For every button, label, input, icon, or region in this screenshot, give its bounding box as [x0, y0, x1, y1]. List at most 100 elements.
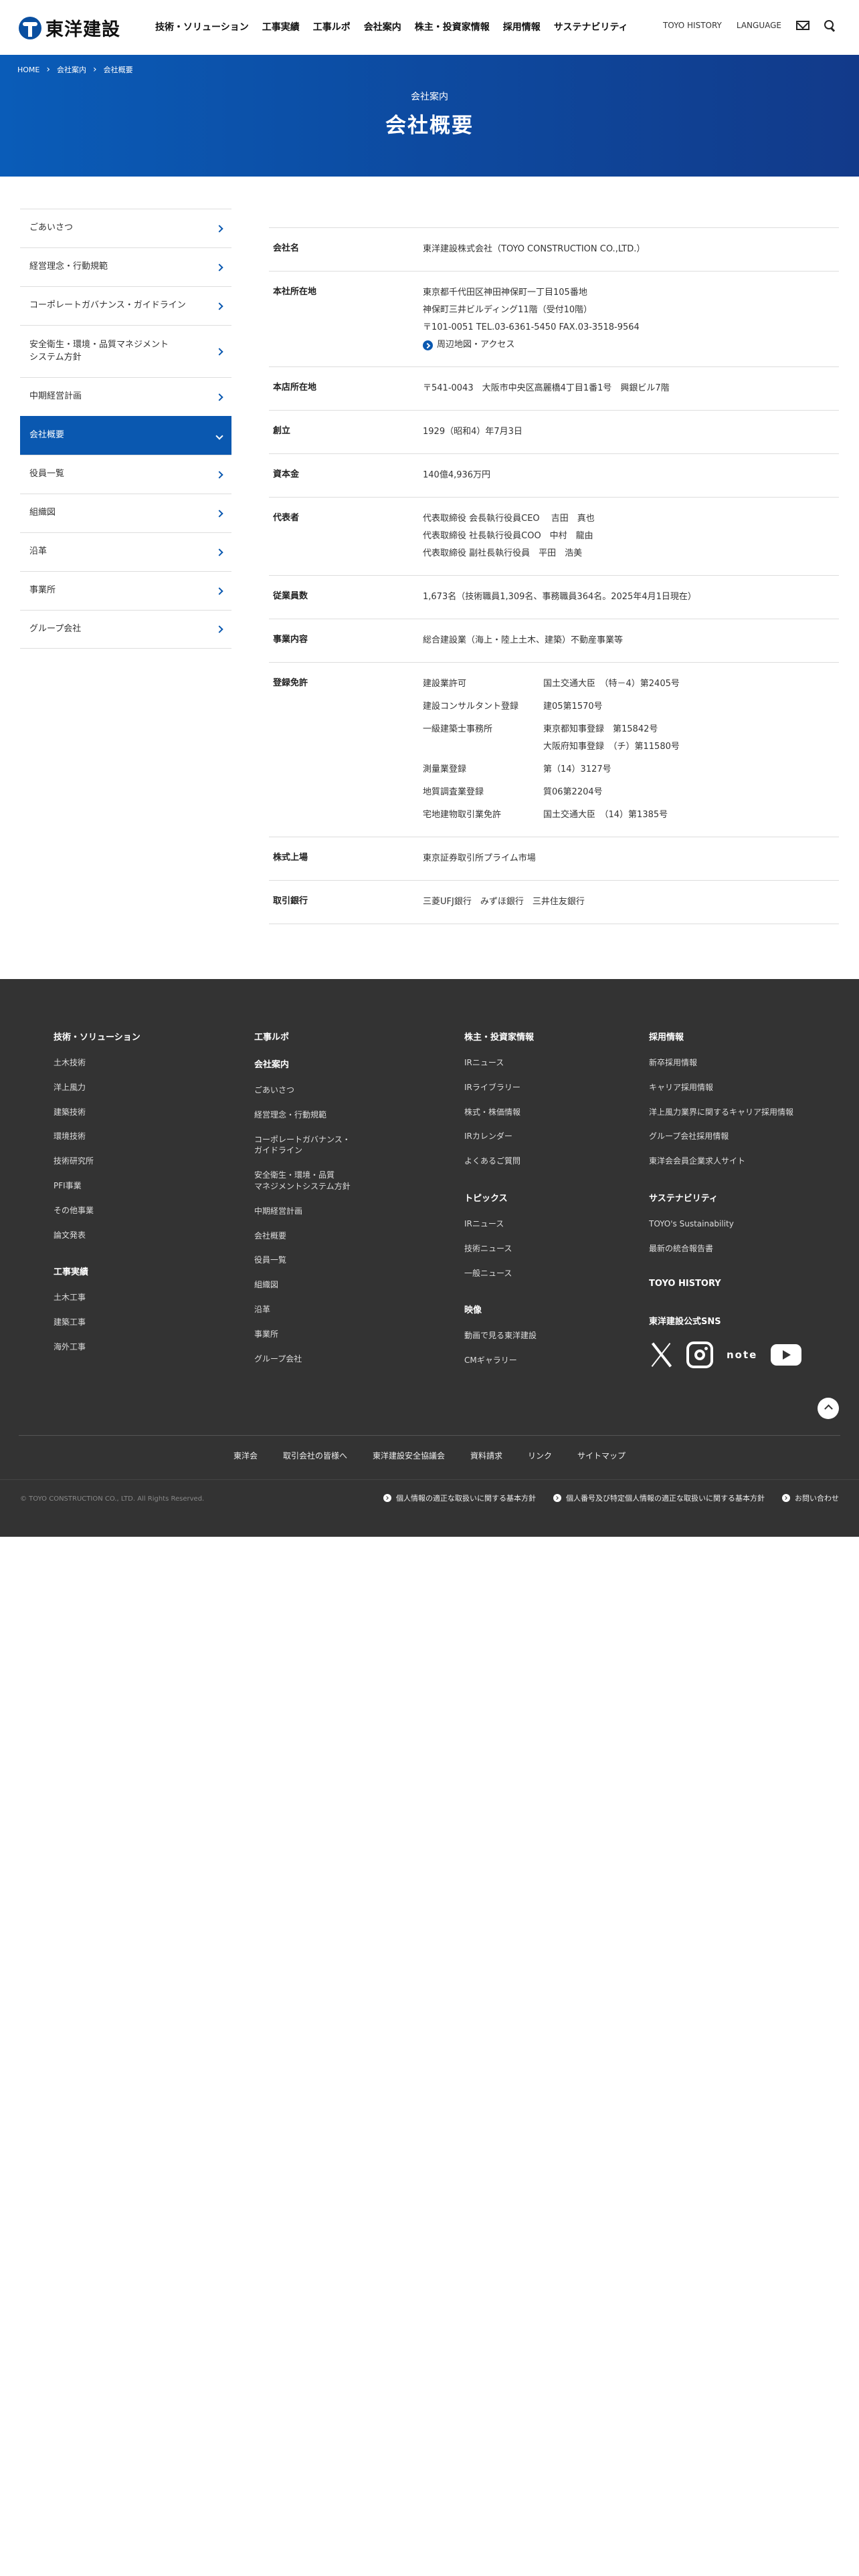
registration-name: 建設コンサルタント登録 — [423, 702, 519, 712]
breadcrumb-company[interactable]: 会社案内 — [57, 64, 86, 75]
footer-heading[interactable]: TOYO HISTORY — [649, 1279, 801, 1289]
footer-heading[interactable]: 採用情報 — [649, 1030, 801, 1043]
footer-link[interactable]: キャリア採用情報 — [649, 1082, 801, 1093]
youtube-icon[interactable] — [771, 1344, 802, 1366]
footer-heading[interactable]: 映像 — [464, 1303, 537, 1315]
sidebar-item-history[interactable]: 沿革 — [20, 532, 231, 571]
footer-heading[interactable]: トピックス — [464, 1191, 537, 1204]
sidebar-item-governance[interactable]: コーポレートガバナンス・ガイドライン — [20, 286, 231, 325]
footer-link[interactable]: グループ会社採用情報 — [649, 1131, 801, 1142]
footer-link[interactable]: よくあるご質問 — [464, 1156, 537, 1167]
footer-link[interactable]: 洋上風力業界に関するキャリア採用情報 — [649, 1107, 801, 1118]
toyo-history-link[interactable]: TOYO HISTORY — [663, 21, 722, 30]
nav-item-recruit[interactable]: 採用情報 — [503, 20, 541, 33]
nav-item-ir[interactable]: 株主・投資家情報 — [415, 20, 490, 33]
footer-link[interactable]: 新卒採用情報 — [649, 1057, 801, 1069]
footer-link[interactable]: コーポレートガバナンス・ ガイドライン — [254, 1134, 351, 1157]
note-icon[interactable]: note — [727, 1349, 757, 1361]
sidebar-item-offices[interactable]: 事業所 — [20, 571, 231, 610]
sidebar-item-group[interactable]: グループ会社 — [20, 610, 231, 649]
footer-link[interactable]: 中期経営計画 — [254, 1206, 351, 1217]
footer-link[interactable]: ごあいさつ — [254, 1085, 351, 1096]
sidebar-item-safety-policy[interactable]: 安全衛生・環境・品質マネジメント システム方針 — [20, 325, 231, 377]
footer-link[interactable]: CMギャラリー — [464, 1355, 537, 1366]
footer-link[interactable]: グループ会社 — [254, 1354, 351, 1365]
footer-sub-link[interactable]: 東洋建設安全協議会 — [373, 1450, 445, 1461]
company-logo[interactable]: 東洋建設 — [19, 15, 120, 41]
footer-link[interactable]: 株式・株価情報 — [464, 1107, 537, 1118]
footer-sub-link[interactable]: サイトマップ — [577, 1450, 626, 1461]
footer-link[interactable]: 建築技術 — [54, 1107, 140, 1118]
footer-link[interactable]: 東洋会会員企業求人サイト — [649, 1156, 801, 1167]
footer-link[interactable]: IRライブラリー — [464, 1082, 537, 1093]
footer-link[interactable]: 技術ニュース — [464, 1243, 537, 1255]
representative: 代表取締役 副社長執行役員 平田 浩美 — [423, 548, 583, 558]
policy-links: 個人情報の適正な取扱いに関する基本方針 個人番号及び特定個人情報の適正な取扱いに… — [383, 1493, 839, 1503]
sidebar-item-midterm-plan[interactable]: 中期経営計画 — [20, 377, 231, 416]
nav-item-technology[interactable]: 技術・ソリューション — [155, 20, 249, 33]
row-value: 1929（昭和4）年7月3日 — [423, 427, 522, 437]
x-icon[interactable] — [649, 1341, 673, 1368]
chevron-right-icon — [215, 263, 223, 272]
sidebar-item-overview[interactable]: 会社概要 — [20, 416, 231, 455]
chevron-right-icon: › — [46, 64, 50, 75]
footer-link[interactable]: 環境技術 — [54, 1131, 140, 1142]
footer-link[interactable]: 役員一覧 — [254, 1255, 351, 1266]
chevron-right-icon — [215, 224, 223, 233]
language-link[interactable]: LANGUAGE — [737, 21, 781, 30]
footer-link[interactable]: 動画で見る東洋建設 — [464, 1330, 537, 1341]
footer-heading[interactable]: 技術・ソリューション — [54, 1030, 140, 1043]
mail-icon[interactable] — [796, 21, 809, 30]
page-hero: HOME › 会社案内 › 会社概要 会社案内 会社概要 — [0, 55, 859, 177]
footer-link[interactable]: IRニュース — [464, 1218, 537, 1230]
footer-link[interactable]: 沿革 — [254, 1304, 351, 1315]
footer-link[interactable]: その他事業 — [54, 1205, 140, 1216]
back-to-top-icon[interactable] — [818, 1398, 839, 1419]
footer-link[interactable]: 論文発表 — [54, 1230, 140, 1241]
footer-link[interactable]: 一般ニュース — [464, 1268, 537, 1279]
footer-sub-link[interactable]: 東洋会 — [233, 1450, 258, 1461]
global-nav: 技術・ソリューション 工事実績 工事ルポ 会社案内 株主・投資家情報 採用情報 … — [155, 20, 628, 33]
footer-link[interactable]: 建築工事 — [54, 1317, 140, 1328]
footer-heading[interactable]: サステナビリティ — [649, 1191, 801, 1204]
footer-heading[interactable]: 工事ルポ — [254, 1030, 351, 1043]
footer-link[interactable]: 最新の統合報告書 — [649, 1243, 801, 1255]
nav-item-company[interactable]: 会社案内 — [364, 20, 401, 33]
breadcrumb-home[interactable]: HOME — [17, 66, 39, 74]
footer-sub-link[interactable]: 取引会社の皆様へ — [283, 1450, 347, 1461]
sidebar-item-philosophy[interactable]: 経営理念・行動規範 — [20, 247, 231, 286]
instagram-icon[interactable] — [686, 1341, 713, 1368]
policy-link-privacy[interactable]: 個人情報の適正な取扱いに関する基本方針 — [383, 1493, 536, 1503]
sidebar-item-organization[interactable]: 組織図 — [20, 494, 231, 532]
footer-link[interactable]: 安全衛生・環境・品質 マネジメントシステム方針 — [254, 1170, 351, 1192]
search-icon[interactable] — [824, 20, 835, 31]
footer-link[interactable]: IRニュース — [464, 1057, 537, 1069]
policy-link-mynumber[interactable]: 個人番号及び特定個人情報の適正な取扱いに関する基本方針 — [553, 1493, 765, 1503]
table-row: 代表者 代表取締役 会長執行役員CEO 吉田 真也 代表取締役 社長執行役員CO… — [269, 497, 839, 575]
footer-link[interactable]: PFI事業 — [54, 1180, 140, 1192]
nav-item-sustainability[interactable]: サステナビリティ — [554, 20, 628, 33]
row-label: 株式上場 — [273, 853, 308, 863]
policy-link-contact[interactable]: お問い合わせ — [782, 1493, 839, 1503]
footer-link[interactable]: TOYO's Sustainability — [649, 1218, 801, 1230]
footer-link[interactable]: 事業所 — [254, 1329, 351, 1340]
sidebar-item-officers[interactable]: 役員一覧 — [20, 455, 231, 494]
access-map-link[interactable]: 周辺地図・アクセス — [423, 336, 839, 354]
footer-link[interactable]: 経営理念・行動規範 — [254, 1109, 351, 1121]
nav-item-report[interactable]: 工事ルポ — [313, 20, 351, 33]
footer-heading[interactable]: 株主・投資家情報 — [464, 1030, 537, 1043]
footer-link[interactable]: 洋上風力 — [54, 1082, 140, 1093]
footer-heading[interactable]: 工事実績 — [54, 1265, 140, 1277]
footer-heading[interactable]: 会社案内 — [254, 1057, 351, 1070]
footer-link[interactable]: 海外工事 — [54, 1341, 140, 1353]
footer-link[interactable]: 技術研究所 — [54, 1156, 140, 1167]
footer-sub-link[interactable]: 資料請求 — [470, 1450, 502, 1461]
nav-item-works[interactable]: 工事実績 — [262, 20, 300, 33]
footer-link[interactable]: 組織図 — [254, 1279, 351, 1291]
footer-link[interactable]: 土木技術 — [54, 1057, 140, 1069]
footer-link[interactable]: 会社概要 — [254, 1230, 351, 1242]
footer-link[interactable]: 土木工事 — [54, 1292, 140, 1303]
footer-link[interactable]: IRカレンダー — [464, 1131, 537, 1142]
sidebar-item-greeting[interactable]: ごあいさつ — [20, 209, 231, 247]
footer-sub-link[interactable]: リンク — [528, 1450, 552, 1461]
